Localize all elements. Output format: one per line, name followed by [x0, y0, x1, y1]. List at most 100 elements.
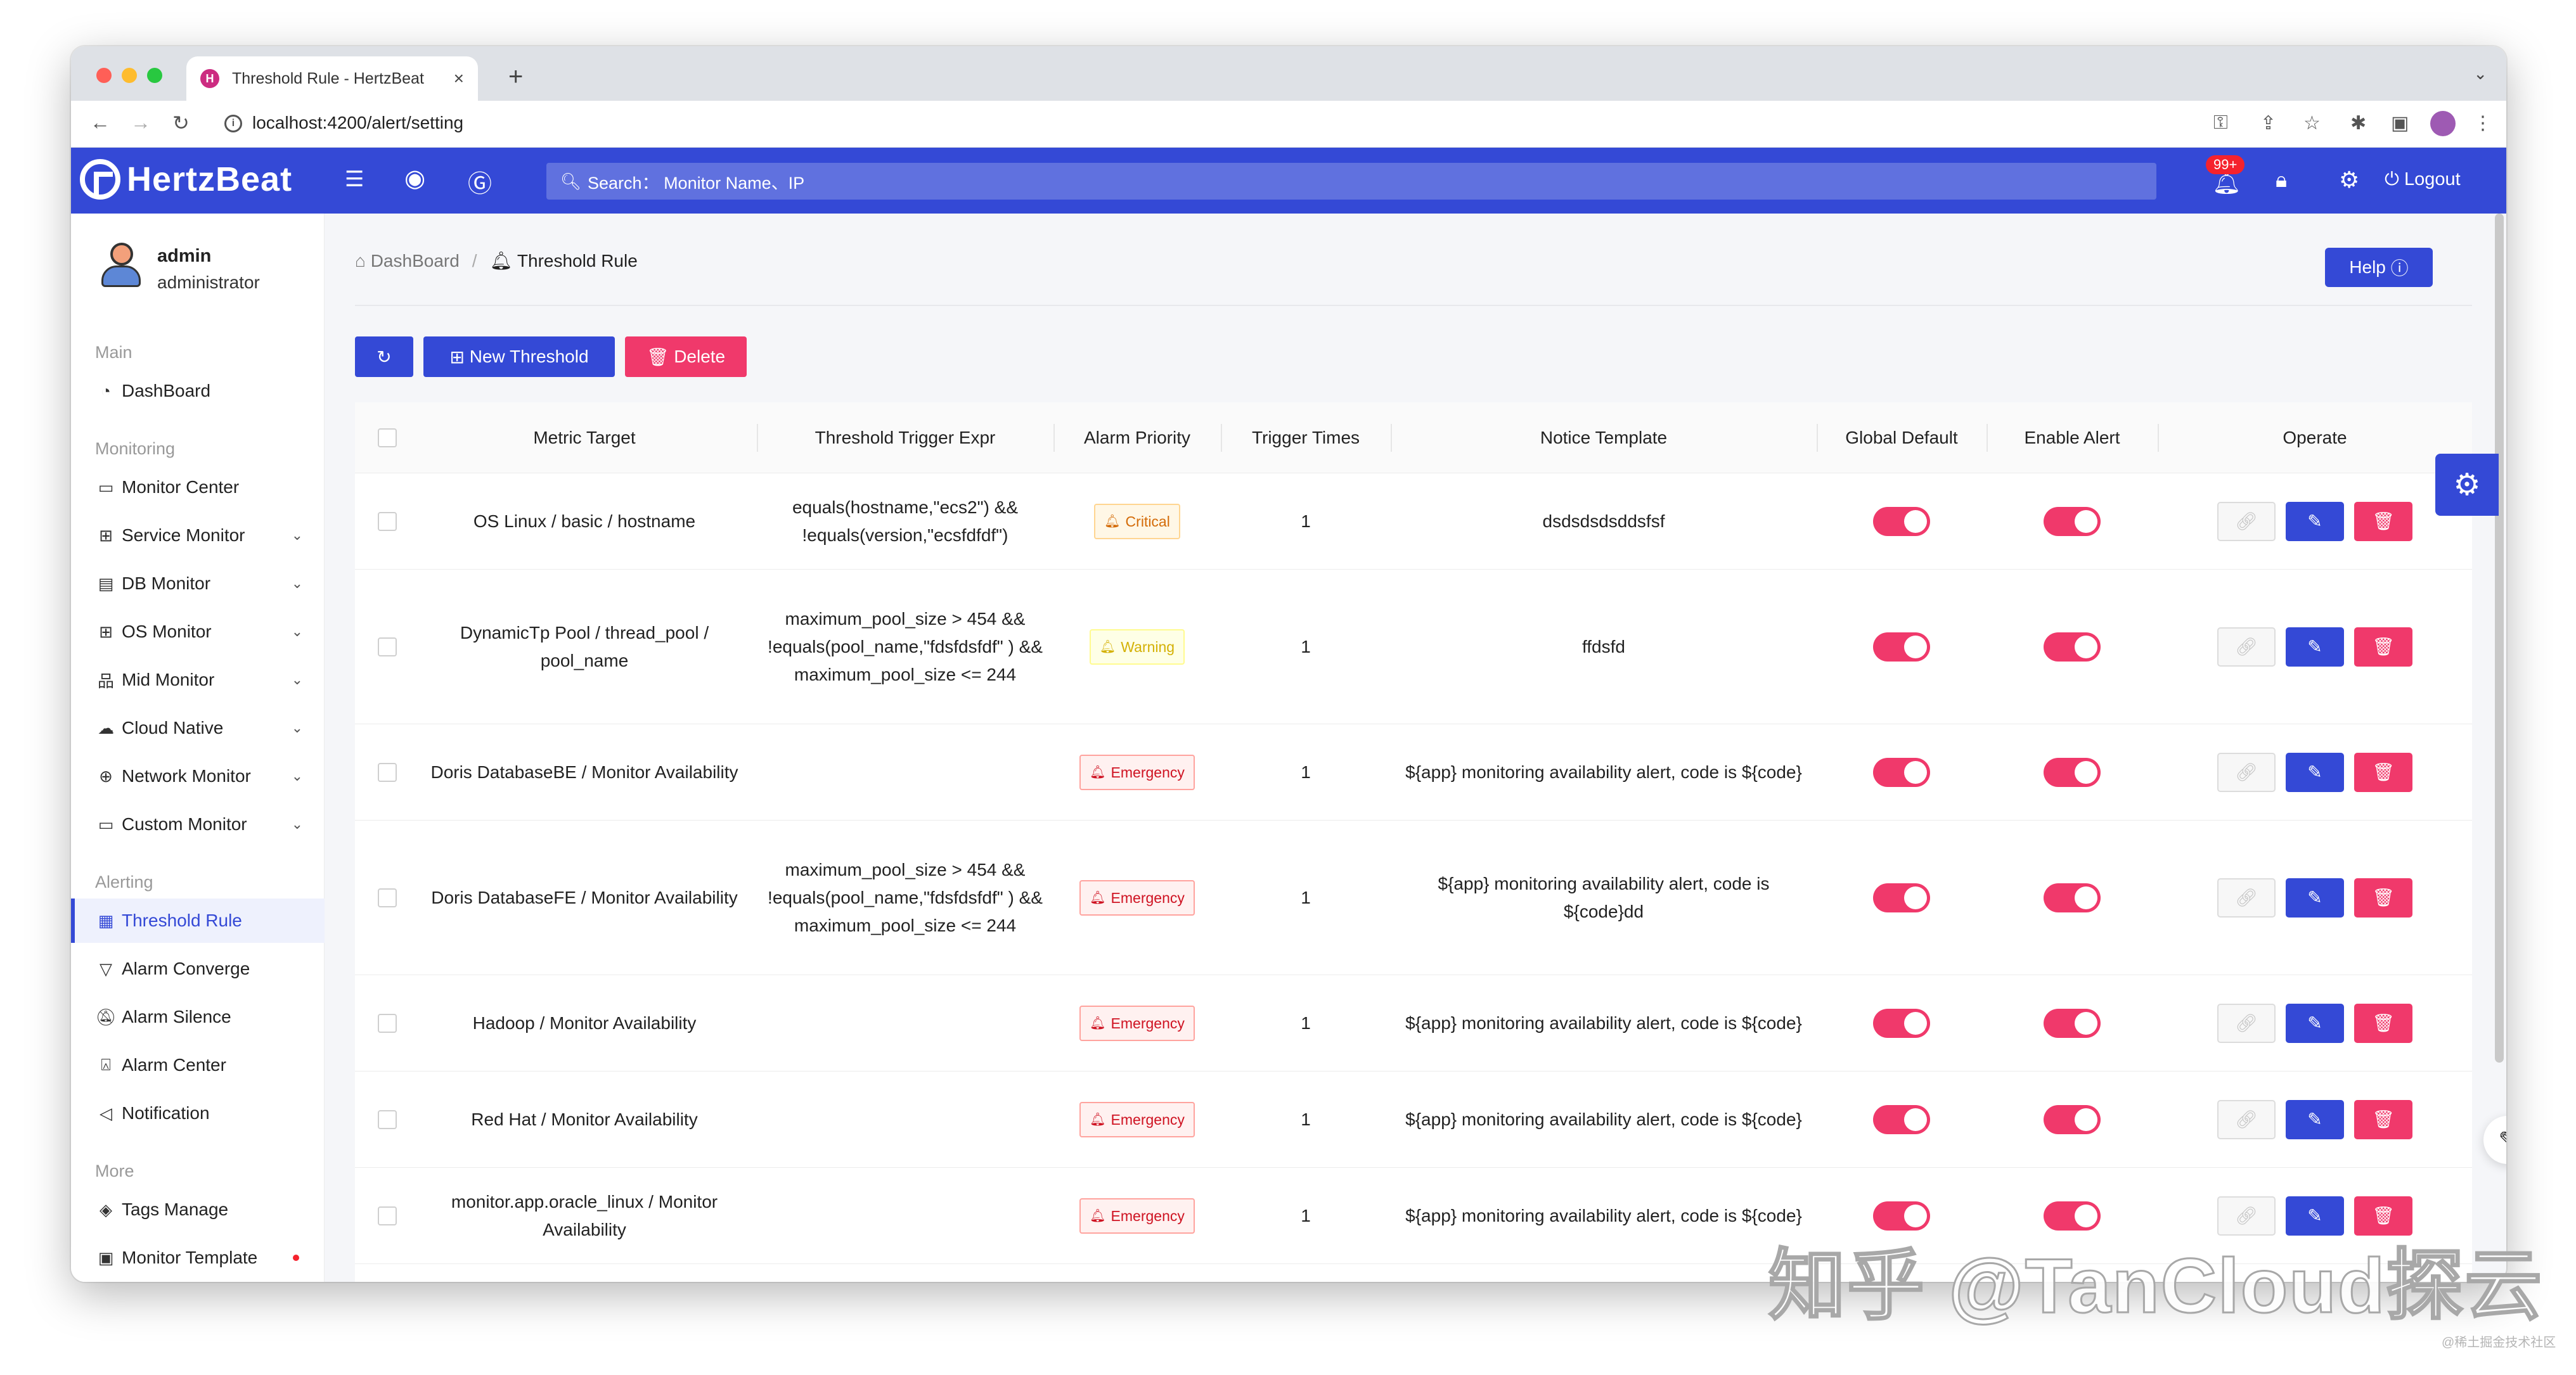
table-row[interactable]: Hadoop / Monitor Availability 🔔︎ Emergency… [355, 975, 2472, 1071]
sidebar-item-network-monitor[interactable]: ⊕ Network Monitor ⌄ [71, 754, 325, 798]
settings-gear-icon[interactable]: ⚙ [2339, 167, 2359, 193]
global-default-switch[interactable] [1873, 883, 1930, 912]
sidebar-item-alarm-center[interactable]: ⍓ Alarm Center [71, 1043, 325, 1087]
sidebar-item-alarm-silence[interactable]: 🔕︎ Alarm Silence [71, 995, 325, 1039]
enable-alert-switch[interactable] [2044, 632, 2101, 662]
close-window-button[interactable] [96, 68, 112, 83]
row-checkbox[interactable] [378, 637, 397, 656]
global-default-switch[interactable] [1873, 632, 1930, 662]
menu-toggle-icon[interactable]: ☰ [345, 167, 364, 192]
profile-avatar[interactable] [2430, 111, 2456, 136]
edit-button[interactable]: ✎ [2286, 752, 2344, 792]
table-row[interactable]: Doris DatabaseBE / Monitor Availability 🔔… [355, 724, 2472, 821]
sidebar-item-os-monitor[interactable]: ⊞ OS Monitor ⌄ [71, 610, 325, 654]
gitee-icon[interactable]: Ⓖ [468, 164, 492, 199]
delete-row-button[interactable]: 🗑︎ [2354, 1099, 2412, 1139]
browser-tab[interactable]: H Threshold Rule - HertzBeat × [186, 56, 478, 101]
associate-monitors-button[interactable]: 🔗︎ [2217, 627, 2276, 667]
sidebar-item-threshold-rule[interactable]: ▦ Threshold Rule [71, 899, 325, 943]
browser-menu-icon[interactable]: ⋮ [2473, 112, 2492, 134]
sidebar-item-monitor-template[interactable]: ▣ Monitor Template [71, 1236, 325, 1280]
sidebar-item-monitor-center[interactable]: ▭ Monitor Center [71, 465, 325, 509]
hertzbeat-logo[interactable]: HertzBeat [80, 159, 292, 200]
select-all-checkbox[interactable] [378, 428, 397, 447]
enable-alert-switch[interactable] [2044, 1008, 2101, 1038]
global-default-switch[interactable] [1873, 506, 1930, 536]
enable-alert-switch[interactable] [2044, 506, 2101, 536]
page-scrollbar[interactable] [2495, 214, 2504, 1063]
side-panel-icon[interactable]: ▣ [2391, 112, 2409, 134]
delete-row-button[interactable]: 🗑︎ [2354, 627, 2412, 667]
associate-monitors-button[interactable]: 🔗︎ [2217, 1099, 2276, 1139]
bell-icon: 🔔︎ [1090, 1208, 1106, 1223]
sidebar-item-db-monitor[interactable]: ▤ DB Monitor ⌄ [71, 561, 325, 606]
row-checkbox[interactable] [378, 512, 397, 531]
delete-row-button[interactable]: 🗑︎ [2354, 752, 2412, 792]
new-tab-icon[interactable]: + [508, 63, 523, 91]
delete-button[interactable]: 🗑︎ Delete [625, 336, 747, 377]
enable-alert-switch[interactable] [2044, 757, 2101, 787]
row-checkbox[interactable] [378, 1110, 397, 1129]
sidebar-item-alarm-converge[interactable]: ▽ Alarm Converge [71, 947, 325, 991]
cell-priority-wrap: 🔔︎ Emergency [1053, 975, 1221, 1071]
delete-row-button[interactable]: 🗑︎ [2354, 501, 2412, 541]
tab-close-icon[interactable]: × [454, 68, 464, 89]
edit-button[interactable]: ✎ [2286, 878, 2344, 918]
delete-row-button[interactable]: 🗑︎ [2354, 1003, 2412, 1043]
global-default-switch[interactable] [1873, 757, 1930, 787]
forward-arrow-icon[interactable]: → [131, 111, 151, 134]
table-row[interactable]: Red Hat / Monitor Availability 🔔︎ Emergenc… [355, 1071, 2472, 1168]
extensions-puzzle-icon[interactable]: ✱ [2350, 112, 2366, 134]
search-input[interactable]: 🔍︎ Search： Monitor Name、IP [546, 163, 2156, 200]
minimize-window-button[interactable] [122, 68, 137, 83]
refresh-button[interactable]: ↻ [355, 336, 413, 377]
new-threshold-button[interactable]: ⊞ New Threshold [423, 336, 615, 377]
table-row[interactable]: Doris DatabaseFE / Monitor Availability m… [355, 821, 2472, 975]
associate-monitors-button[interactable]: 🔗︎ [2217, 1003, 2276, 1043]
enable-alert-switch[interactable] [2044, 883, 2101, 912]
row-checkbox[interactable] [378, 1206, 397, 1225]
edit-button[interactable]: ✎ [2286, 1003, 2344, 1043]
sidebar-item-cloud-native[interactable]: ☁ Cloud Native ⌄ [71, 706, 325, 750]
sidebar-item-dashboard[interactable]: ◔ DashBoard [71, 369, 325, 413]
global-default-switch[interactable] [1873, 1104, 1930, 1134]
sidebar-item-mid-monitor[interactable]: 品 Mid Monitor ⌄ [71, 658, 325, 702]
tab-search-chevron-icon[interactable]: ⌄ [2473, 64, 2487, 84]
sidebar-item-tags-manage[interactable]: ◈ Tags Manage [71, 1187, 325, 1232]
maximize-window-button[interactable] [147, 68, 162, 83]
row-checkbox[interactable] [378, 888, 397, 907]
associate-monitors-button[interactable]: 🔗︎ [2217, 501, 2276, 541]
delete-row-button[interactable]: 🗑︎ [2354, 878, 2412, 918]
table-row[interactable]: DynamicTp Pool / thread_pool / pool_name… [355, 570, 2472, 724]
link-icon: 🔗︎ [2235, 1109, 2258, 1129]
logout-button[interactable]: ⏻ Logout [2385, 169, 2461, 190]
help-button[interactable]: Help ⓘ [2325, 248, 2433, 287]
table-row[interactable]: OS Linux / basic / hostname equals(hostna… [355, 473, 2472, 570]
url-input[interactable]: localhost:4200/alert/setting [252, 113, 463, 133]
sidebar-item-service-monitor[interactable]: ⊞ Service Monitor ⌄ [71, 513, 325, 558]
associate-monitors-button[interactable]: 🔗︎ [2217, 878, 2276, 918]
global-default-switch[interactable] [1873, 1008, 1930, 1038]
sidebar-item-custom-monitor[interactable]: ▭ Custom Monitor ⌄ [71, 802, 325, 847]
associate-monitors-button[interactable]: 🔗︎ [2217, 752, 2276, 792]
breadcrumb-home[interactable]: DashBoard [371, 251, 460, 271]
share-icon[interactable]: ⇪ [2260, 112, 2276, 134]
edit-button[interactable]: ✎ [2286, 627, 2344, 667]
edit-button[interactable]: ✎ [2286, 501, 2344, 541]
key-icon[interactable]: ⚿ [2213, 112, 2228, 134]
row-checkbox[interactable] [378, 763, 397, 782]
edit-button[interactable]: ✎ [2286, 1099, 2344, 1139]
bookmark-star-icon[interactable]: ☆ [2303, 112, 2321, 134]
layout-settings-button[interactable]: ⚙ [2435, 454, 2499, 516]
sidebar-item-notification[interactable]: ◁ Notification [71, 1091, 325, 1135]
site-info-icon[interactable]: i [224, 115, 242, 132]
github-icon[interactable]: ◉ [404, 164, 425, 193]
user-panel[interactable]: admin administrator [101, 243, 260, 296]
row-checkbox[interactable] [378, 1014, 397, 1033]
back-arrow-icon[interactable]: ← [90, 111, 110, 134]
cell-operate-wrap: 🔗︎ ✎ 🗑︎ [2158, 724, 2472, 820]
trash-icon: 🗑︎ [646, 347, 674, 367]
lock-icon[interactable]: 🔒︎ [2276, 168, 2287, 193]
reload-icon[interactable]: ↻ [172, 111, 190, 135]
enable-alert-switch[interactable] [2044, 1104, 2101, 1134]
